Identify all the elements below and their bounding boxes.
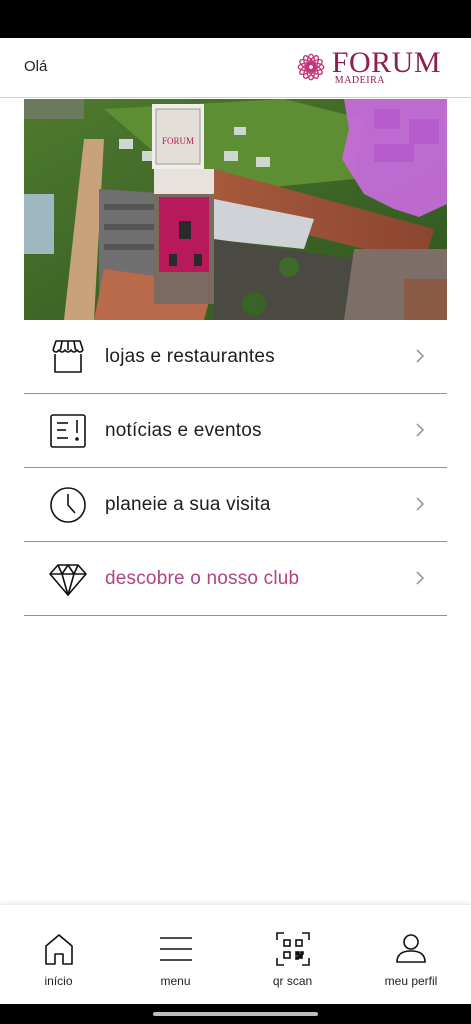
chevron-right-icon xyxy=(416,349,425,363)
tab-qr-scan[interactable]: qr scan xyxy=(234,905,351,1005)
clock-icon xyxy=(48,486,88,524)
diamond-icon xyxy=(48,560,88,598)
menu-item-label: notícias e eventos xyxy=(105,419,262,441)
tower-sign: FORUM xyxy=(162,136,194,146)
chevron-right-icon xyxy=(416,571,425,585)
logo-name: FORUM xyxy=(331,46,441,79)
tab-label: início xyxy=(44,974,73,988)
bottom-tab-bar: início menu qr scan meu perfil xyxy=(0,904,471,1004)
menu-item-nosso-club[interactable]: descobre o nosso club xyxy=(24,542,447,616)
menu-item-noticias-eventos[interactable]: notícias e eventos xyxy=(24,394,447,468)
tab-label: meu perfil xyxy=(384,974,438,988)
menu-item-label: planeie a sua visita xyxy=(105,493,271,515)
app-header: Olá FORUM MADEIRA xyxy=(0,38,471,98)
qr-scan-icon xyxy=(273,931,313,967)
forum-madeira-logo[interactable]: FORUM MADEIRA xyxy=(294,48,441,86)
chevron-right-icon xyxy=(416,497,425,511)
menu-item-planeie-visita[interactable]: planeie a sua visita xyxy=(24,468,447,542)
main-menu-list: lojas e restaurantes notícias e eventos … xyxy=(24,320,447,616)
aerial-mall-photo: FORUM xyxy=(24,99,447,320)
tab-inicio[interactable]: início xyxy=(0,905,117,1005)
system-nav-bar xyxy=(0,1004,471,1024)
home-indicator[interactable] xyxy=(153,1012,318,1016)
chevron-right-icon xyxy=(416,423,425,437)
news-icon xyxy=(48,412,88,450)
profile-icon xyxy=(391,931,431,967)
storefront-icon xyxy=(48,338,88,376)
flower-logo-icon xyxy=(297,53,325,81)
home-icon xyxy=(39,931,79,967)
tab-label: qr scan xyxy=(272,974,313,988)
tab-meu-perfil[interactable]: meu perfil xyxy=(351,905,471,1005)
tab-menu[interactable]: menu xyxy=(117,905,234,1005)
hamburger-icon xyxy=(156,931,196,967)
menu-item-label: descobre o nosso club xyxy=(105,567,300,589)
hero-image[interactable]: FORUM xyxy=(24,99,447,320)
menu-item-label: lojas e restaurantes xyxy=(105,345,275,367)
menu-item-lojas-restaurantes[interactable]: lojas e restaurantes xyxy=(24,320,447,394)
greeting-text: Olá xyxy=(24,58,48,75)
tab-label: menu xyxy=(160,974,191,988)
logo-subtitle: MADEIRA xyxy=(334,75,385,86)
status-bar xyxy=(0,0,471,38)
